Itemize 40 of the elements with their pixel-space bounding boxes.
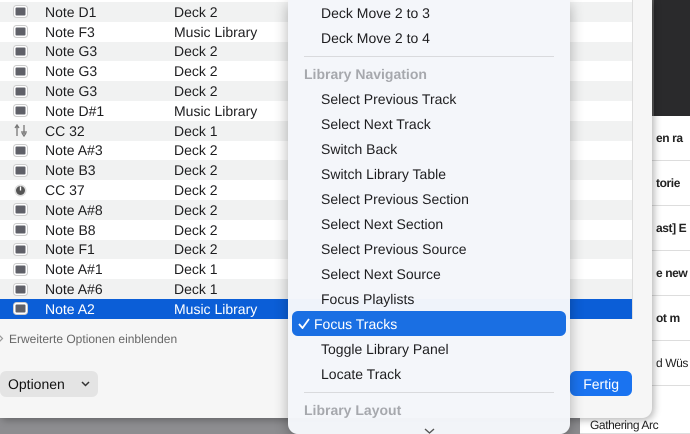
list-item-text: e new [656,266,688,280]
control-name: Note A#3 [45,142,104,158]
assignment-target: Deck 2 [174,4,219,20]
control-name: Note G3 [45,43,98,60]
assignment-target: Deck 2 [174,202,219,218]
assignment-target: Music Library [174,24,258,40]
control-name: Note G3 [45,83,98,100]
control-name: CC 37 [45,182,86,198]
assignment-target: Deck 2 [174,162,219,178]
assignment-target: Deck 2 [174,83,219,100]
control-name: Note B8 [45,222,97,238]
assignment-target: Deck 1 [174,261,219,278]
control-name: Note D#1 [45,102,106,119]
control-name: Note A#1 [45,261,104,278]
assignment-target: Music Library [174,102,258,119]
control-name: Note A#8 [45,202,104,218]
list-item-text: ot m [656,311,680,325]
control-name: Note G3 [45,63,98,80]
assignment-target: Deck 2 [174,241,219,258]
assignment-target: Deck 2 [174,43,219,60]
list-item-text: d Wüs [656,356,688,370]
assignment-target: Deck 2 [174,222,219,238]
menu-section-header: Library Navigation [303,64,428,84]
list-item-text: torie [656,176,680,190]
control-name: Note A2 [45,300,96,317]
control-name: Note A#6 [45,281,104,298]
control-name: CC 32 [45,122,86,139]
control-name: Note B3 [45,162,97,178]
assignment-target: Deck 1 [174,281,219,298]
control-name: Note F1 [45,241,96,258]
list-item-text: Gathering Arc [590,418,658,432]
assignment-target: Deck 2 [174,182,219,198]
assignment-target: Music Library [174,300,258,317]
control-name: Note F3 [45,24,96,40]
assignment-target: Deck 1 [174,122,219,139]
menu-section-header: Library Layout [303,400,402,420]
assignment-target: Deck 2 [174,142,219,158]
list-item-text: ast] E [656,221,686,235]
list-item-text: en ra [656,131,683,145]
control-name: Note D1 [45,4,98,20]
